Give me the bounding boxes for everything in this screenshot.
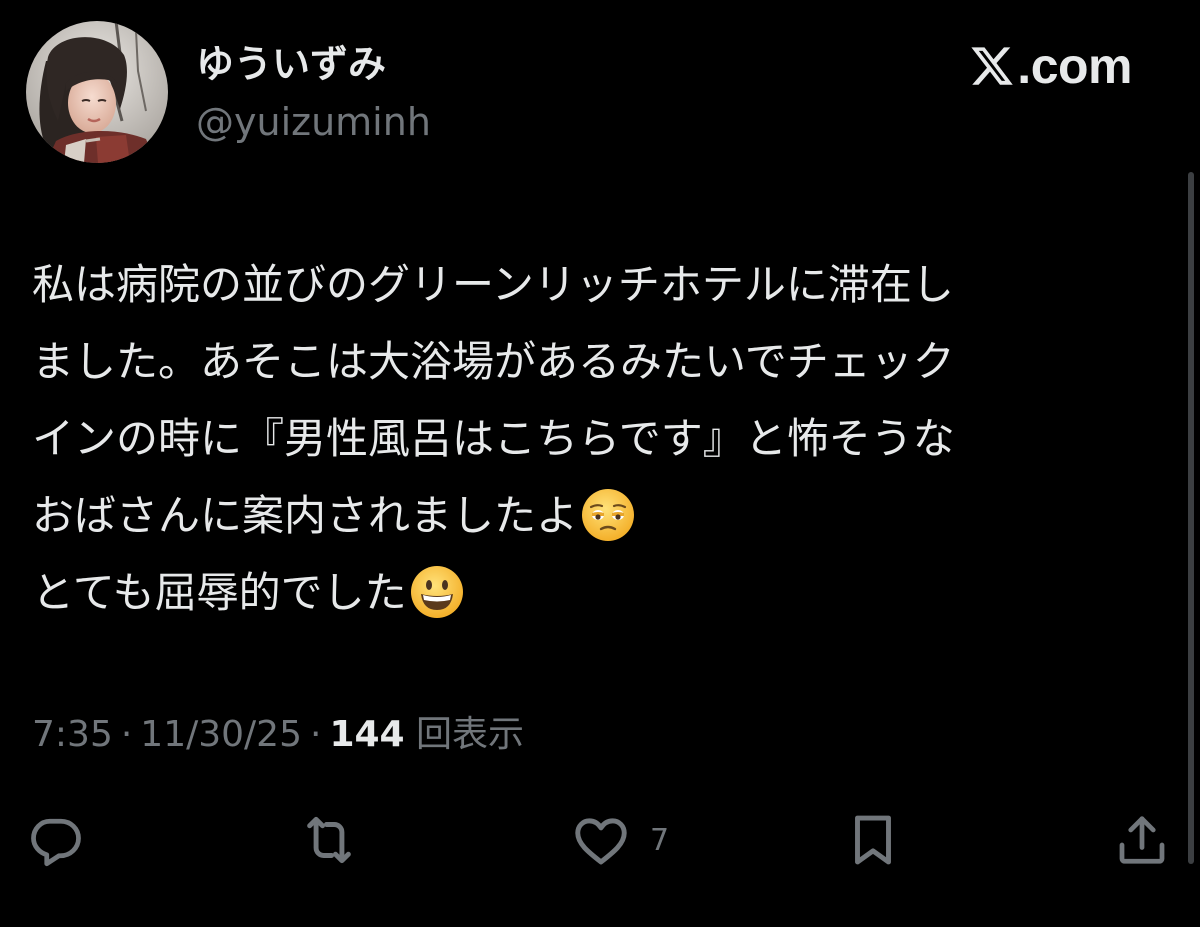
- tweet-line-with-emoji: とても屈辱的でした: [32, 554, 1162, 631]
- scrollbar[interactable]: [1188, 172, 1194, 864]
- author-display-name[interactable]: ゆういずみ: [196, 40, 386, 88]
- x-logo-icon: [971, 47, 1014, 85]
- grinning-face-emoji-icon: [410, 565, 463, 618]
- share-icon: [1119, 816, 1165, 864]
- tweet-line: 私は病院の並びのグリーンリッチホテルに滞在し: [32, 260, 954, 309]
- x-brand-logo: .com: [969, 38, 1132, 94]
- tweet-time[interactable]: 7:35: [32, 714, 113, 755]
- reply-button[interactable]: [26, 808, 104, 872]
- tweet-line: インの時に『男性風呂はこちらです』と怖そうな: [32, 414, 955, 463]
- author-handle[interactable]: @yuizuminh: [196, 98, 431, 146]
- meta-separator: ·: [120, 714, 133, 755]
- tweet-line: ました。あそこは大浴場があるみたいでチェック: [32, 337, 955, 386]
- tweet-line-text: おばさんに案内されましたよ: [32, 491, 579, 540]
- pleading-face-emoji-icon: [582, 488, 635, 541]
- views-label: 回表示: [416, 714, 525, 755]
- brand-domain-text: .com: [1017, 38, 1132, 94]
- retweet-icon: [307, 816, 351, 864]
- meta-separator: ·: [309, 714, 322, 755]
- tweet-meta: 7:35 · 11/30/25 · 144 回表示: [32, 712, 524, 758]
- like-button[interactable]: 7: [570, 808, 669, 872]
- bookmark-button[interactable]: [842, 808, 904, 872]
- author-avatar[interactable]: [26, 21, 168, 163]
- share-button[interactable]: [1112, 808, 1172, 872]
- reply-icon: [31, 818, 81, 867]
- tweet-date[interactable]: 11/30/25: [140, 714, 302, 755]
- tweet-text: 私は病院の並びのグリーンリッチホテルに滞在し ました。あそこは大浴場があるみたい…: [32, 246, 1162, 631]
- bookmark-icon: [855, 815, 891, 865]
- views-count: 144: [329, 714, 405, 755]
- tweet-line-text: とても屈辱的でした: [32, 568, 407, 617]
- heart-icon: [575, 818, 627, 865]
- tweet-action-bar: 7: [0, 808, 1200, 872]
- tweet-line-with-emoji: おばさんに案内されましたよ: [32, 477, 1162, 554]
- like-count: 7: [650, 822, 670, 858]
- retweet-button[interactable]: [298, 808, 378, 872]
